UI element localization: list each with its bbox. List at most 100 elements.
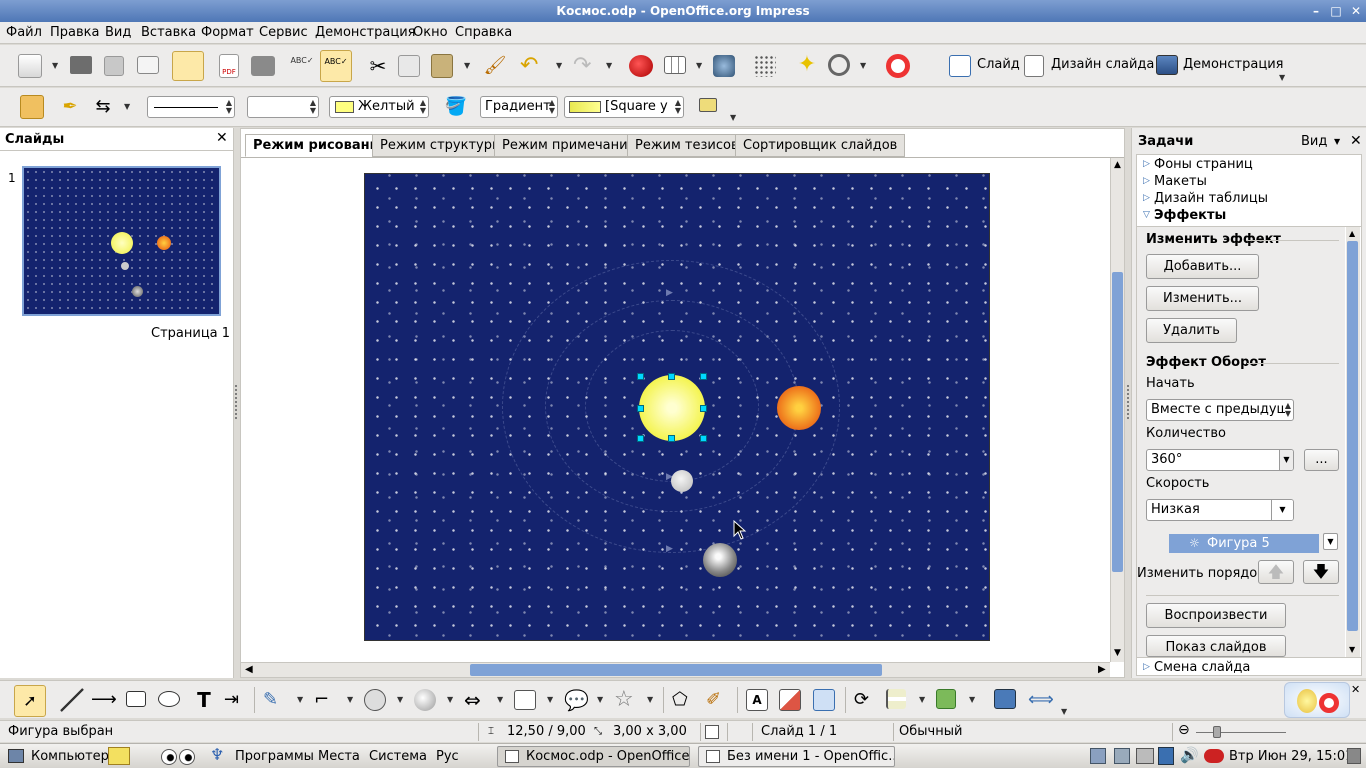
selection-handle[interactable]	[637, 405, 644, 412]
slide-design-icon[interactable]	[1024, 55, 1044, 77]
chevron-down-icon[interactable]: ▼	[860, 62, 868, 70]
select-arrow-icon[interactable]: ➚	[14, 685, 46, 717]
new-icon[interactable]	[18, 54, 42, 78]
callout-icon[interactable]: 💬	[564, 688, 589, 712]
chevron-down-icon[interactable]: ▼	[447, 696, 455, 704]
section-slide-transition[interactable]: Смена слайда	[1154, 660, 1250, 675]
amount-more-button[interactable]: ...	[1304, 449, 1339, 471]
rectangle-icon[interactable]	[126, 691, 146, 707]
chevron-down-icon[interactable]: ▼	[1323, 533, 1338, 550]
help-agent-icon[interactable]	[1284, 682, 1350, 718]
slide-design-button[interactable]: Дизайн слайда	[1051, 57, 1154, 72]
flowchart-icon[interactable]	[514, 690, 536, 710]
selection-handle[interactable]	[668, 435, 675, 442]
line-width-field[interactable]: ▲ ▼	[247, 96, 319, 118]
menu-file[interactable]: Файл	[6, 25, 42, 40]
sun-shape[interactable]	[639, 375, 705, 441]
circle-icon[interactable]	[364, 689, 386, 711]
keyboard-icon[interactable]	[1158, 747, 1174, 765]
chevron-down-icon[interactable]: ▼	[606, 62, 614, 70]
arrow-line-icon[interactable]: ⟶	[91, 688, 117, 712]
effect-list-item[interactable]: ☼ Фигура 5	[1169, 534, 1319, 553]
image-icon[interactable]	[779, 689, 801, 711]
zoom-out-icon[interactable]: ⊖	[1178, 722, 1190, 738]
minimize-icon[interactable]: –	[1308, 3, 1324, 19]
chevron-down-icon[interactable]: ▼	[464, 62, 472, 70]
notes-launcher-icon[interactable]	[108, 747, 130, 765]
pdf-icon[interactable]: PDF	[219, 54, 239, 78]
expand-icon[interactable]: ▷	[1143, 662, 1150, 672]
places-menu[interactable]: Места	[318, 749, 360, 764]
tab-handout[interactable]: Режим тезисов	[627, 134, 747, 157]
table-icon[interactable]	[664, 56, 686, 74]
speed-select[interactable]: Низкая ▼	[1146, 499, 1294, 521]
fill-bucket-icon[interactable]: 🪣	[444, 95, 468, 119]
maximize-icon[interactable]: □	[1328, 3, 1344, 19]
horizontal-scroll-thumb[interactable]	[470, 664, 882, 676]
line-icon[interactable]	[60, 688, 84, 712]
collapse-icon[interactable]: ▽	[1143, 210, 1150, 220]
undo-icon[interactable]: ↶	[520, 54, 544, 78]
chevron-down-icon[interactable]: ▼	[297, 696, 305, 704]
styles-icon[interactable]	[20, 95, 44, 119]
taskbar-window-1[interactable]: Космос.odp - OpenOffice...	[497, 746, 690, 767]
chevron-down-icon[interactable]: ▼	[547, 696, 555, 704]
ellipse-icon[interactable]	[158, 691, 180, 707]
chevron-down-icon[interactable]: ▼	[1271, 500, 1293, 520]
points-icon[interactable]: ⬠	[672, 688, 696, 712]
menu-edit[interactable]: Правка	[50, 25, 99, 40]
zoom-icon[interactable]	[828, 54, 850, 76]
remove-effect-button[interactable]: Удалить	[1146, 318, 1237, 343]
format-paint-icon[interactable]: 🖌	[483, 54, 507, 78]
close-window-icon[interactable]: ✕	[1348, 3, 1364, 19]
toolbar-overflow-icon[interactable]: ▼	[1279, 74, 1287, 82]
extrusion-icon[interactable]	[813, 689, 835, 711]
section-table-design[interactable]: Дизайн таблицы	[1154, 191, 1268, 206]
section-backgrounds[interactable]: Фоны страниц	[1154, 157, 1253, 172]
glue-icon[interactable]: ✐	[706, 688, 730, 712]
spellcheck-icon[interactable]: ABC✓	[290, 54, 314, 78]
scroll-up-icon[interactable]: ▲	[1349, 229, 1355, 238]
slideshow-button[interactable]: Демонстрация	[1183, 57, 1283, 72]
connector-icon[interactable]: ⇥	[224, 688, 248, 712]
zoom-slider-thumb[interactable]	[1213, 726, 1221, 738]
planet-shape[interactable]	[777, 386, 821, 430]
sphere-icon[interactable]	[414, 689, 436, 711]
open-icon[interactable]	[70, 56, 92, 74]
system-menu[interactable]: Система	[369, 749, 427, 764]
menu-insert[interactable]: Вставка	[141, 25, 196, 40]
interaction-icon[interactable]: ⟺	[1028, 688, 1054, 712]
document-modified-icon[interactable]	[705, 725, 719, 739]
task-scrollbar[interactable]: ▲ ▼	[1346, 227, 1360, 657]
arrow-style-icon[interactable]: ⇆	[91, 95, 115, 119]
new-slide-icon[interactable]	[949, 55, 971, 77]
slide-button[interactable]: Слайд	[977, 57, 1020, 72]
area-color-select[interactable]: Желтый ▲ ▼	[329, 96, 429, 118]
move-down-button[interactable]: 🡇	[1303, 560, 1339, 584]
scroll-down-icon[interactable]: ▼	[1349, 645, 1355, 654]
section-effects[interactable]: Эффекты	[1154, 208, 1226, 223]
network-manager-icon[interactable]	[1114, 748, 1130, 764]
add-effect-button[interactable]: Добавить...	[1146, 254, 1259, 279]
toolbar-overflow-icon[interactable]: ▼	[1061, 708, 1069, 716]
line-pen-icon[interactable]: ✒	[58, 95, 82, 119]
curve-icon[interactable]: ✎	[263, 688, 287, 712]
zoom-slider[interactable]	[1196, 732, 1286, 733]
menu-tools[interactable]: Сервис	[259, 25, 308, 40]
chevron-down-icon[interactable]: ▼	[397, 696, 405, 704]
close-icon[interactable]: ✕	[1351, 683, 1360, 696]
close-icon[interactable]: ✕	[216, 130, 228, 146]
menu-slideshow[interactable]: Демонстрация	[315, 25, 415, 40]
autospell-icon[interactable]: ABC✓	[320, 50, 352, 82]
expand-icon[interactable]: ▷	[1143, 176, 1150, 186]
asteroid-shape[interactable]	[703, 543, 737, 577]
task-panel-view-menu[interactable]: Вид	[1301, 134, 1327, 149]
redo-icon[interactable]: ↷	[573, 54, 597, 78]
tab-notes[interactable]: Режим примечаний	[494, 134, 644, 157]
section-layouts[interactable]: Макеты	[1154, 174, 1207, 189]
printer-icon[interactable]	[1136, 748, 1154, 764]
email-icon[interactable]	[137, 56, 159, 74]
keyboard-layout[interactable]: Рус	[436, 749, 459, 764]
play-button[interactable]: Воспроизвести	[1146, 603, 1286, 628]
copy-icon[interactable]	[398, 55, 420, 77]
